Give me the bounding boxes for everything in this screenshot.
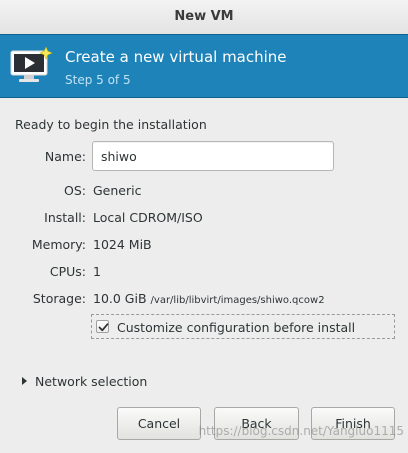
wizard-title: Create a new virtual machine bbox=[65, 48, 287, 66]
finish-button[interactable]: Finish bbox=[311, 407, 395, 440]
window-title: New VM bbox=[174, 9, 234, 24]
os-value: Generic bbox=[93, 183, 142, 198]
cancel-button[interactable]: Cancel bbox=[117, 407, 201, 440]
name-label: Name: bbox=[44, 149, 86, 164]
storage-value: 10.0 GiB /var/lib/libvirt/images/shiwo.q… bbox=[93, 291, 325, 306]
checkmark-icon bbox=[98, 323, 109, 332]
cpus-value: 1 bbox=[93, 264, 101, 279]
network-selection-label[interactable]: Network selection bbox=[35, 374, 147, 389]
customize-label: Customize configuration before install bbox=[117, 320, 356, 335]
vm-name-input[interactable] bbox=[92, 141, 334, 171]
summary-heading: Ready to begin the installation bbox=[15, 117, 207, 132]
checkbox-box[interactable] bbox=[96, 320, 109, 333]
storage-size: 10.0 GiB bbox=[93, 291, 147, 306]
storage-label: Storage: bbox=[32, 291, 86, 306]
expander-arrow-icon[interactable] bbox=[22, 377, 27, 385]
wizard-step: Step 5 of 5 bbox=[65, 73, 131, 87]
new-vm-dialog: New VM Create a new virtual machine Step… bbox=[0, 0, 408, 453]
install-label: Install: bbox=[44, 210, 86, 225]
storage-path: /var/lib/libvirt/images/shiwo.qcow2 bbox=[150, 295, 325, 306]
monitor-play-icon bbox=[10, 46, 54, 87]
memory-value: 1024 MiB bbox=[93, 237, 152, 252]
back-button[interactable]: Back bbox=[214, 407, 299, 440]
cpus-label: CPUs: bbox=[49, 264, 86, 279]
install-value: Local CDROM/ISO bbox=[93, 210, 203, 225]
os-label: OS: bbox=[64, 183, 86, 198]
wizard-banner: Create a new virtual machine Step 5 of 5 bbox=[0, 34, 408, 98]
window-titlebar: New VM bbox=[0, 0, 408, 35]
memory-label: Memory: bbox=[31, 237, 86, 252]
customize-before-install-checkbox[interactable]: Customize configuration before install bbox=[91, 314, 395, 339]
